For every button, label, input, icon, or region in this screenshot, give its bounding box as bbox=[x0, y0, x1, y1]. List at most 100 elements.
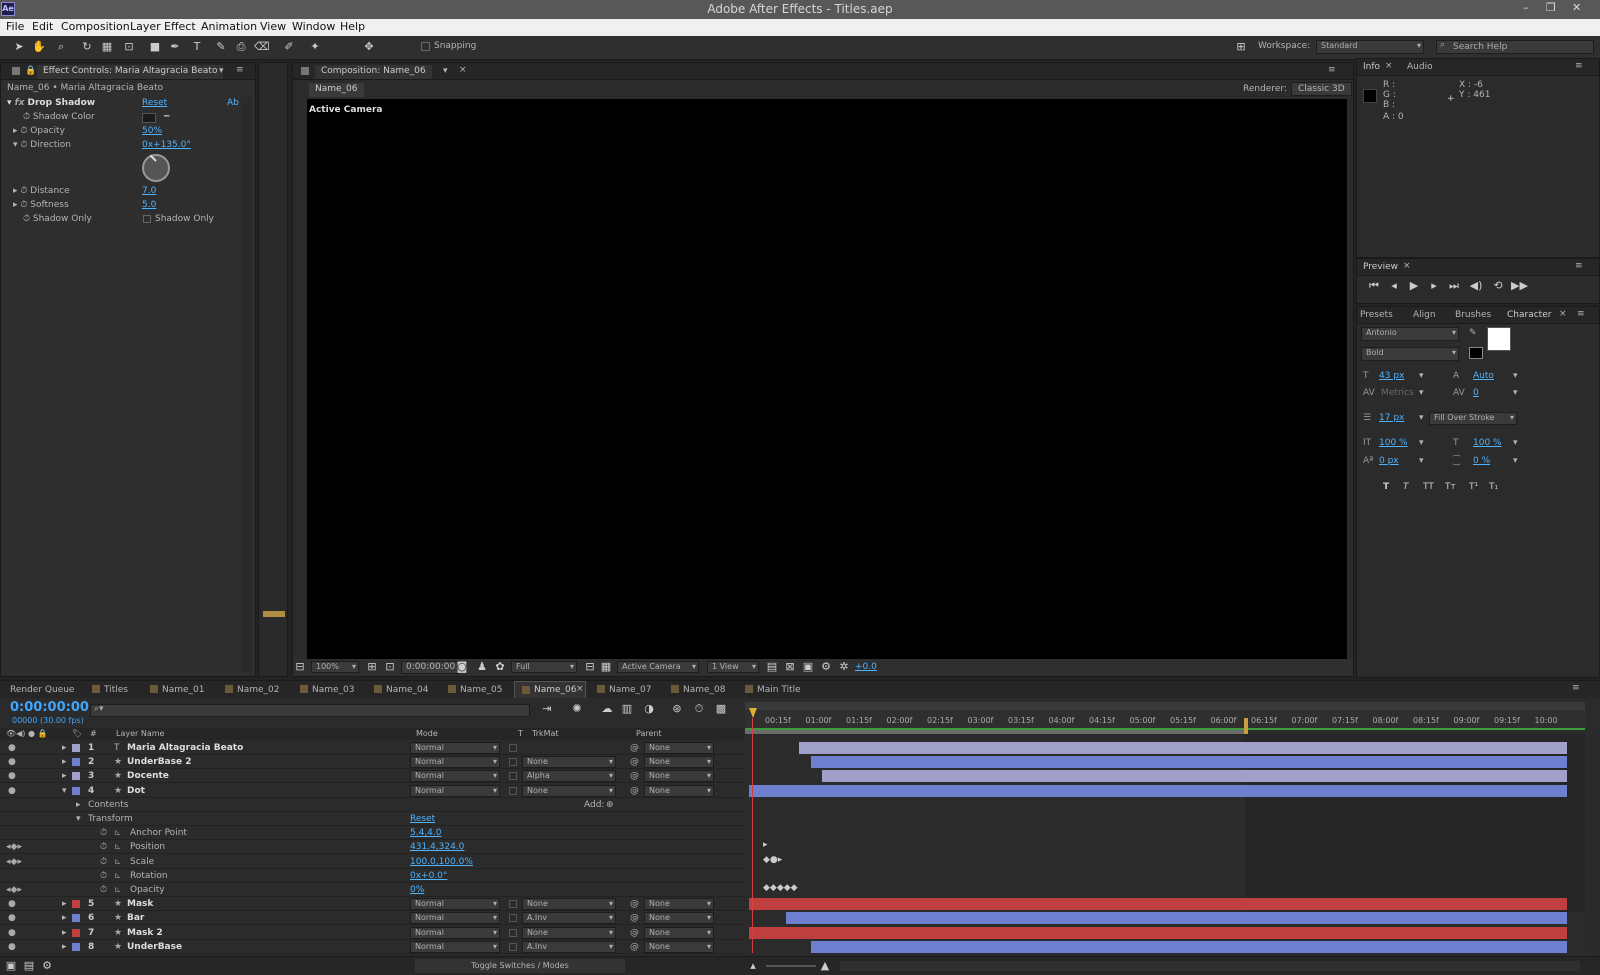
preserve-transparency-checkbox[interactable] bbox=[509, 758, 517, 767]
menu-animation[interactable]: Animation bbox=[201, 20, 257, 33]
preserve-transparency-checkbox[interactable] bbox=[509, 928, 517, 937]
previous-frame-icon[interactable]: ◂ bbox=[1387, 279, 1401, 293]
zoom-select[interactable]: 100% bbox=[311, 661, 359, 673]
zoom-tool-icon[interactable]: ⌕ bbox=[54, 40, 68, 54]
tab-name05[interactable]: Name_05 bbox=[460, 685, 503, 695]
current-time-indicator[interactable] bbox=[752, 718, 753, 953]
visibility-icon[interactable]: ● bbox=[8, 926, 16, 938]
disclosure-triangle-icon[interactable]: ▾ bbox=[62, 784, 67, 798]
exposure-value[interactable]: +0.0 bbox=[855, 662, 877, 672]
layer-duration-bar[interactable] bbox=[786, 912, 1567, 925]
zoom-slider[interactable] bbox=[766, 965, 816, 967]
blend-mode-select[interactable]: Normal bbox=[410, 912, 500, 925]
stopwatch-icon[interactable]: ⏱ bbox=[100, 883, 107, 897]
pen-tool-icon[interactable]: ✒ bbox=[168, 40, 182, 54]
superscript-button[interactable]: T¹ bbox=[1469, 481, 1478, 494]
track-matte-select[interactable]: None bbox=[522, 756, 616, 769]
tab-close-icon[interactable]: × bbox=[1385, 61, 1393, 71]
stopwatch-icon[interactable]: ⏱ bbox=[20, 200, 30, 210]
roto-brush-tool-icon[interactable]: ✐ bbox=[282, 40, 296, 54]
comp-mini-flowchart-icon[interactable]: ⇥ bbox=[540, 702, 554, 716]
layer-search-input[interactable]: ⌕▾ bbox=[90, 704, 530, 717]
draft-3d-icon[interactable]: ✺ bbox=[570, 702, 584, 716]
tab-name07[interactable]: Name_07 bbox=[609, 685, 652, 695]
pickwhip-icon[interactable]: @ bbox=[630, 784, 639, 798]
pickwhip-icon[interactable]: @ bbox=[630, 741, 639, 755]
parent-select[interactable]: None bbox=[644, 926, 714, 939]
disclosure-triangle-icon[interactable]: ▸ bbox=[62, 940, 67, 954]
parent-select[interactable]: None bbox=[644, 770, 714, 783]
label-color-swatch[interactable] bbox=[72, 900, 80, 909]
graph-icon[interactable]: ⊾ bbox=[114, 883, 122, 897]
graph-icon[interactable]: ⊾ bbox=[114, 869, 122, 883]
channel-icon[interactable]: ✿ bbox=[493, 660, 507, 674]
subscript-button[interactable]: T₁ bbox=[1489, 481, 1498, 494]
layer-duration-bar[interactable] bbox=[811, 756, 1567, 769]
dropdown-icon[interactable]: ▾ bbox=[1419, 455, 1424, 468]
rotate-tool-icon[interactable]: ↻ bbox=[80, 40, 94, 54]
label-color-swatch[interactable] bbox=[72, 928, 80, 937]
menu-effect[interactable]: Effect bbox=[164, 20, 196, 33]
pickwhip-icon[interactable]: @ bbox=[630, 911, 639, 925]
dropdown-icon[interactable]: ▾ bbox=[1513, 437, 1518, 450]
tab-dropdown-icon[interactable]: ▾ bbox=[219, 66, 224, 76]
selection-tool-icon[interactable]: ➤ bbox=[12, 40, 26, 54]
hand-tool-icon[interactable]: ✋ bbox=[32, 40, 46, 54]
tracking-value[interactable]: 0 bbox=[1473, 387, 1479, 400]
panel-menu-icon[interactable]: ≡ bbox=[1572, 683, 1580, 693]
stroke-mode-select[interactable]: Fill Over Stroke bbox=[1429, 412, 1517, 425]
puppet-tool-icon[interactable]: ✦ bbox=[308, 40, 322, 54]
panel-close-icon[interactable] bbox=[301, 67, 309, 75]
eyedropper-icon[interactable]: ✎ bbox=[1469, 328, 1477, 338]
transfer-controls-icon[interactable]: ▤ bbox=[22, 959, 36, 973]
visibility-icon[interactable]: ● bbox=[8, 784, 16, 796]
tab-name08[interactable]: Name_08 bbox=[683, 685, 726, 695]
all-caps-button[interactable]: TT bbox=[1423, 481, 1434, 494]
camera-select[interactable]: Active Camera bbox=[617, 661, 699, 673]
disclosure-triangle-icon[interactable]: ▸ bbox=[62, 755, 67, 769]
subtab-name06[interactable]: Name_06 bbox=[309, 83, 364, 97]
vertical-scale-value[interactable]: 100 % bbox=[1379, 437, 1408, 450]
resolution-select[interactable]: Full bbox=[511, 661, 577, 673]
stopwatch-icon[interactable]: ⏱ bbox=[100, 840, 107, 854]
toggle-switches-modes-button[interactable]: Toggle Switches / Modes bbox=[415, 959, 625, 973]
stopwatch-icon[interactable]: ⏱ bbox=[100, 826, 107, 840]
lock-icon[interactable]: 🔒 bbox=[25, 66, 36, 76]
flowchart-icon[interactable]: ⚙ bbox=[819, 660, 833, 674]
distance-value[interactable]: 7.0 bbox=[142, 185, 156, 198]
blend-mode-select[interactable]: Normal bbox=[410, 898, 500, 911]
tab-presets[interactable]: Presets bbox=[1360, 310, 1393, 320]
transform-reset-link[interactable]: Reset bbox=[410, 812, 435, 826]
visibility-icon[interactable]: ● bbox=[8, 940, 16, 952]
label-color-swatch[interactable] bbox=[72, 772, 80, 781]
menu-view[interactable]: View bbox=[260, 20, 286, 33]
label-color-swatch[interactable] bbox=[72, 786, 80, 795]
layer-duration-bar[interactable] bbox=[798, 742, 1567, 754]
pickwhip-icon[interactable]: @ bbox=[630, 769, 639, 783]
horizontal-scale-value[interactable]: 100 % bbox=[1473, 437, 1502, 450]
pickwhip-icon[interactable]: @ bbox=[630, 897, 639, 911]
direction-value[interactable]: 0x+135.0° bbox=[142, 139, 191, 152]
dropdown-icon[interactable]: ▾ bbox=[1513, 370, 1518, 383]
brush-tool-icon[interactable]: ✎ bbox=[214, 40, 228, 54]
loop-icon[interactable]: ⟲ bbox=[1491, 279, 1505, 293]
tab-brushes[interactable]: Brushes bbox=[1455, 310, 1491, 320]
blend-mode-select[interactable]: Normal bbox=[410, 742, 500, 754]
preserve-transparency-checkbox[interactable] bbox=[509, 772, 517, 781]
tab-close-icon[interactable]: × bbox=[1403, 261, 1411, 271]
panel-menu-icon[interactable]: ≡ bbox=[1577, 309, 1585, 319]
panel-menu-icon[interactable]: ≡ bbox=[1575, 261, 1583, 271]
tab-titles[interactable]: Titles bbox=[104, 685, 128, 695]
safe-zones-icon[interactable]: ⊞ bbox=[365, 660, 379, 674]
softness-value[interactable]: 5.0 bbox=[142, 199, 156, 212]
first-frame-icon[interactable]: ⏮ bbox=[1367, 279, 1381, 293]
tab-character[interactable]: Character bbox=[1507, 310, 1551, 320]
graph-editor-icon[interactable]: ▩ bbox=[714, 702, 728, 716]
visibility-icon[interactable]: ● bbox=[8, 911, 16, 923]
menu-composition[interactable]: Composition bbox=[61, 20, 130, 33]
label-color-swatch[interactable] bbox=[72, 914, 80, 923]
brainstorm-icon[interactable]: ⊛ bbox=[670, 702, 684, 716]
current-time-field[interactable]: 0:00:00:00 bbox=[401, 661, 461, 674]
tab-name02[interactable]: Name_02 bbox=[237, 685, 280, 695]
minimize-icon[interactable]: – bbox=[1523, 1, 1529, 14]
